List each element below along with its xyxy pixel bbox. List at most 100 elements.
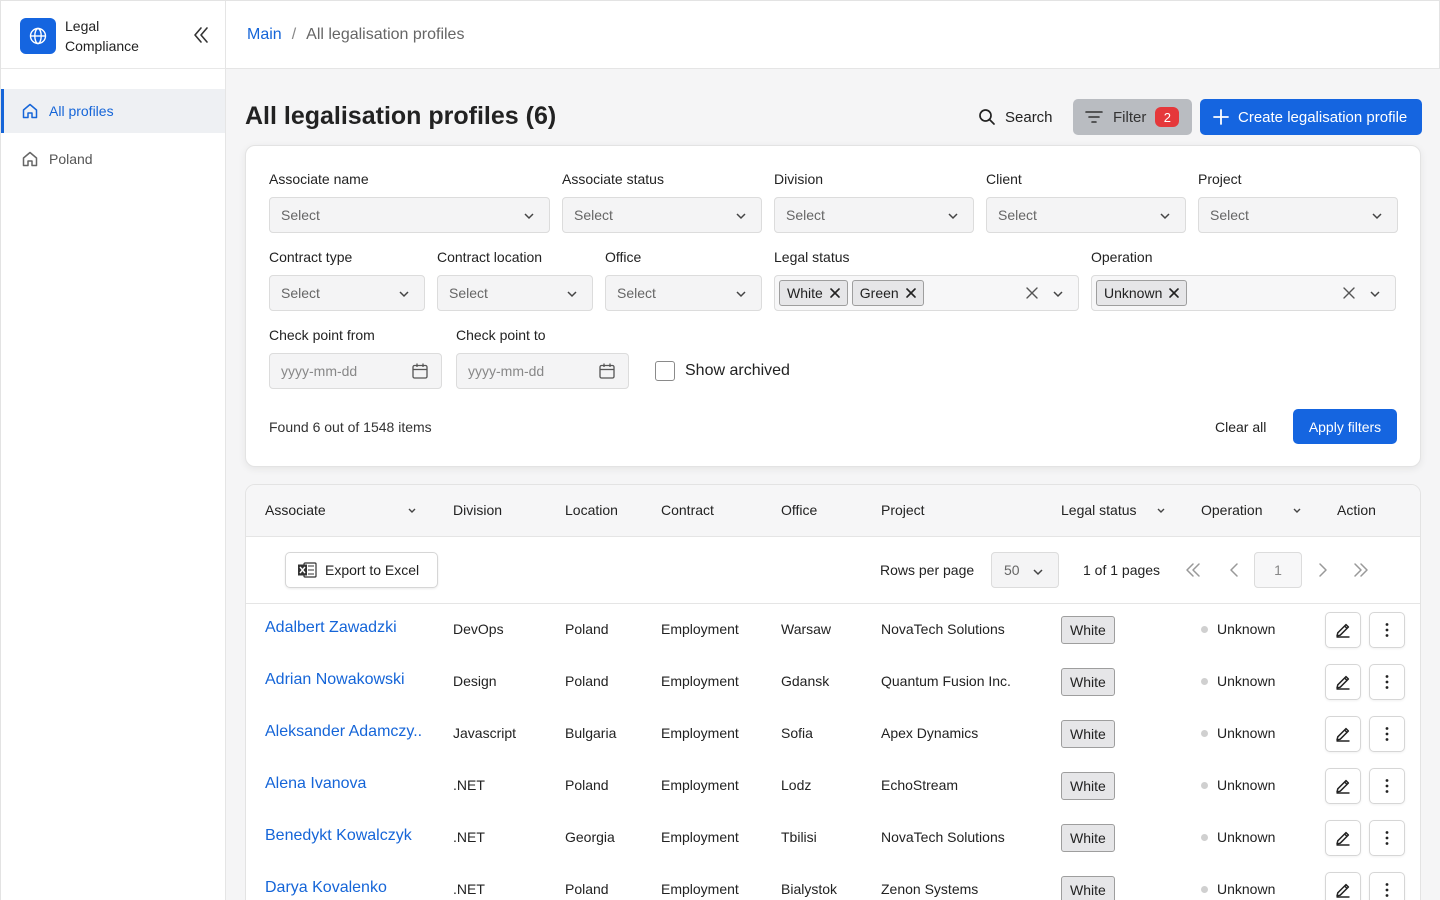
column-associate[interactable]: Associate: [265, 502, 326, 518]
status-dot-icon: [1201, 677, 1208, 685]
select-value: Select: [449, 285, 488, 301]
rows-per-page-select[interactable]: 50: [991, 552, 1059, 588]
status-dot-icon: [1201, 885, 1208, 893]
project-select[interactable]: Select: [1198, 197, 1398, 233]
export-to-excel-button[interactable]: Export to Excel: [285, 552, 438, 588]
edit-icon: [1336, 779, 1350, 794]
more-actions-button[interactable]: [1369, 768, 1405, 804]
more-actions-button[interactable]: [1369, 820, 1405, 856]
breadcrumb-main-link[interactable]: Main: [247, 26, 282, 44]
chevron-down-icon: [1033, 569, 1043, 576]
operation-label: Unknown: [1217, 673, 1276, 689]
legal-status-badge: White: [1061, 720, 1115, 748]
column-label: Division: [453, 502, 503, 518]
chevron-down-icon: [399, 291, 409, 298]
select-value: Select: [1210, 207, 1249, 223]
division-select[interactable]: Select: [774, 197, 974, 233]
operation-label: Unknown: [1217, 621, 1276, 637]
column-legal-status[interactable]: Legal status: [1061, 502, 1137, 518]
filter-button[interactable]: Filter 2: [1073, 99, 1192, 135]
chevron-down-icon: [1372, 213, 1382, 220]
associate-name-link[interactable]: Benedykt Kowalczyk: [265, 827, 412, 845]
select-value: Select: [281, 285, 320, 301]
operation-multiselect[interactable]: Unknown: [1091, 275, 1396, 311]
chevron-down-icon[interactable]: [407, 506, 417, 516]
show-archived-checkbox[interactable]: Show archived: [655, 361, 790, 381]
collapse-sidebar-icon[interactable]: [190, 24, 212, 46]
tag-label: White: [787, 285, 823, 301]
rows-per-page-label: Rows per page: [880, 562, 975, 578]
breadcrumb-separator: /: [291, 25, 297, 43]
division-cell: .NET: [453, 881, 485, 897]
associate-name-link[interactable]: Adalbert Zawadzki: [265, 619, 397, 637]
office-cell: Sofia: [781, 725, 813, 741]
table-row: Aleksander Adamczy.. Javascript Bulgaria Em…: [246, 708, 1420, 760]
associate-status-select[interactable]: Select: [562, 197, 762, 233]
edit-button[interactable]: [1325, 872, 1361, 900]
check-point-from-label: Check point from: [269, 327, 375, 343]
check-point-to-input[interactable]: yyyy-mm-dd: [456, 353, 629, 389]
division-cell: Design: [453, 673, 497, 689]
create-profile-button[interactable]: Create legalisation profile: [1200, 99, 1422, 135]
chevron-down-icon[interactable]: [1292, 506, 1302, 516]
associate-name-link[interactable]: Adrian Nowakowski: [265, 671, 405, 689]
associate-name-link[interactable]: Aleksander Adamczy..: [265, 723, 422, 741]
chevron-down-icon[interactable]: [1156, 506, 1166, 516]
calendar-icon[interactable]: [411, 362, 429, 380]
sidebar-divider: [1, 68, 225, 69]
more-actions-button[interactable]: [1369, 872, 1405, 900]
page-number-input[interactable]: 1: [1254, 552, 1302, 588]
clear-all-button[interactable]: Clear all: [1215, 419, 1266, 435]
edit-button[interactable]: [1325, 664, 1361, 700]
check-point-from-input[interactable]: yyyy-mm-dd: [269, 353, 442, 389]
associate-status-label: Associate status: [562, 171, 664, 187]
clear-selection-icon[interactable]: [1026, 287, 1038, 299]
client-select[interactable]: Select: [986, 197, 1186, 233]
edit-button[interactable]: [1325, 716, 1361, 752]
search-button[interactable]: Search: [978, 99, 1053, 135]
office-select[interactable]: Select: [605, 275, 762, 311]
more-actions-button[interactable]: [1369, 612, 1405, 648]
next-page-icon[interactable]: [1314, 561, 1332, 579]
brand: Legal Compliance: [20, 16, 165, 56]
apply-filters-button[interactable]: Apply filters: [1293, 409, 1397, 444]
location-cell: Poland: [565, 777, 609, 793]
associate-name-link[interactable]: Darya Kovalenko: [265, 879, 387, 897]
last-page-icon[interactable]: [1352, 561, 1370, 579]
first-page-icon[interactable]: [1184, 561, 1202, 579]
associate-name-label: Associate name: [269, 171, 369, 187]
remove-tag-icon[interactable]: [905, 287, 917, 299]
associate-name-link[interactable]: Alena Ivanova: [265, 775, 366, 793]
app-window: Legal Compliance All profiles Poland Mai…: [0, 0, 1440, 900]
location-cell: Bulgaria: [565, 725, 617, 741]
previous-page-icon[interactable]: [1225, 561, 1243, 579]
edit-button[interactable]: [1325, 820, 1361, 856]
legal-status-multiselect[interactable]: White Green: [774, 275, 1079, 311]
column-division: Division: [453, 502, 502, 518]
home-icon: [22, 103, 38, 119]
sidebar-item-all-profiles[interactable]: All profiles: [1, 89, 225, 133]
filter-icon: [1085, 111, 1103, 123]
more-vertical-icon: [1385, 727, 1389, 741]
contract-cell: Employment: [661, 829, 739, 845]
chevron-down-icon: [1370, 291, 1380, 298]
more-actions-button[interactable]: [1369, 664, 1405, 700]
calendar-icon[interactable]: [598, 362, 616, 380]
associate-name-select[interactable]: Select: [269, 197, 550, 233]
remove-tag-icon[interactable]: [1168, 287, 1180, 299]
edit-button[interactable]: [1325, 612, 1361, 648]
contract-type-select[interactable]: Select: [269, 275, 425, 311]
clear-selection-icon[interactable]: [1343, 287, 1355, 299]
edit-button[interactable]: [1325, 768, 1361, 804]
sidebar-item-label: Poland: [49, 151, 93, 167]
project-cell: Apex Dynamics: [881, 725, 979, 741]
column-label: Contract: [661, 502, 714, 518]
more-actions-button[interactable]: [1369, 716, 1405, 752]
checkbox-box[interactable]: [655, 361, 675, 381]
column-operation[interactable]: Operation: [1201, 502, 1262, 518]
sidebar-item-poland[interactable]: Poland: [1, 137, 225, 181]
division-cell: .NET: [453, 829, 485, 845]
filter-count-badge: 2: [1155, 107, 1180, 127]
remove-tag-icon[interactable]: [829, 287, 841, 299]
contract-location-select[interactable]: Select: [437, 275, 593, 311]
